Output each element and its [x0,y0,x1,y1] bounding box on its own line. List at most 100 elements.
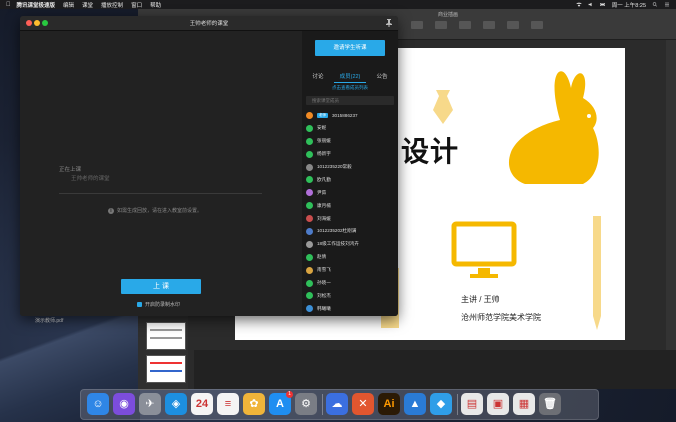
volume-icon[interactable] [588,2,594,7]
trash-icon[interactable]: 🗑 [539,393,561,415]
finder-icon[interactable]: ☺ [87,393,109,415]
menu-edit[interactable]: 编辑 [63,1,74,9]
pen-nib-illustration [433,90,453,124]
member-list-item[interactable]: 18级工作运技刘鸿卉 [306,238,396,251]
xmind-icon[interactable]: ✕ [352,393,374,415]
dock-glyph: ≡ [224,398,232,410]
dock-glyph: 24 [195,398,209,410]
member-list-item[interactable]: 南雪飞 [306,264,396,277]
calendar-icon[interactable]: 24 [191,393,213,415]
member-list-item[interactable]: 欧凡勤 [306,173,396,186]
member-list-item[interactable]: 老师 3015886237 [306,109,396,122]
slide-navigator [138,310,188,390]
member-list-item[interactable]: 赵倩 [306,251,396,264]
desktop-file-label[interactable]: 演示教师.pdf [35,317,63,324]
member-name: 刘松杰 [317,292,331,298]
avatar [306,124,313,132]
table-tool-icon[interactable] [411,21,423,29]
pencil-illustration [593,216,601,330]
dock-glyph: ✿ [249,398,259,410]
menu-playback[interactable]: 播放控制 [101,1,123,9]
invite-students-button[interactable]: 邀请学生听课 [315,40,385,56]
classroom-titlebar: 王帅老师的课堂 [20,16,398,31]
member-list-item[interactable]: 刘松杰 [306,289,396,302]
text-tool-icon[interactable] [459,21,471,29]
comment-tool-icon[interactable] [531,21,543,29]
preview-icon[interactable]: ▣ [487,393,509,415]
keynote-icon[interactable]: ▲ [404,393,426,415]
classroom-title: 王帅老师的课堂 [189,21,229,27]
screenshot-icon[interactable]: ▦ [513,393,535,415]
spotlight-icon[interactable] [652,2,658,7]
member-name: 1012235202杜刚满 [317,228,357,234]
member-list-item[interactable]: 杨新宇 [306,148,396,161]
dock-glyph: 🗑 [543,398,557,410]
classroom-window: 王帅老师的课堂 正在上课 王帅老师的课堂 i 如需生成回放，请在进入教室前设置。… [20,16,398,316]
view-member-list-link[interactable]: 点击查看成员列表 [302,84,398,92]
member-list-item[interactable]: 尹茹 [306,186,396,199]
avatar [306,150,313,158]
avatar [306,202,313,210]
member-name: 康月楠 [317,202,331,208]
member-list-item[interactable]: 安妮 [306,122,396,135]
siri-icon[interactable]: ◉ [113,393,135,415]
notification-center-icon[interactable] [664,2,670,7]
tencent-classroom-icon[interactable]: ◆ [430,393,452,415]
baidu-netdisk-icon[interactable]: ☁ [326,393,348,415]
app-store-icon[interactable]: A1 [269,391,293,415]
wifi-icon[interactable] [576,2,582,7]
launchpad-icon[interactable]: ✈ [139,393,161,415]
slide-lecturer: 主讲 / 王帅 [461,295,500,304]
media-tool-icon[interactable] [507,21,519,29]
menu-help[interactable]: 帮助 [150,1,161,9]
safari-icon[interactable]: ◈ [165,393,187,415]
tab-announcement[interactable]: 公告 [366,71,398,83]
chart-tool-icon[interactable] [435,21,447,29]
dock-glyph: ▲ [409,398,421,410]
watermark-label: 开启防录制水印 [145,302,181,308]
menubar-clock[interactable]: 周一 上午8:25 [612,1,646,9]
avatar [306,215,313,223]
avatar [306,305,313,313]
member-list-item[interactable]: 1012235202杜刚满 [306,225,396,238]
watermark-option[interactable]: 开启防录制水印 [137,301,180,308]
pin-icon[interactable] [386,19,392,27]
watermark-checkbox[interactable] [137,302,142,307]
avatar [306,111,313,119]
member-list-item[interactable]: 康月楠 [306,199,396,212]
photos-icon[interactable]: ✿ [243,393,265,415]
menu-app-name[interactable]: 腾讯课堂极速版 [17,1,56,9]
member-search-input[interactable]: 搜索课堂成员 [306,96,394,105]
member-list-item[interactable]: 刘海媛 [306,212,396,225]
divider [59,193,262,194]
avatar [306,292,313,300]
start-class-button[interactable]: 上 课 [121,279,201,294]
member-list-item[interactable]: 1012235220常毅 [306,161,396,174]
dock-glyph: ◆ [436,398,446,410]
member-list-item[interactable]: 韩曦曦 [306,302,396,315]
panel-tabs: 讨论 成员(22) 公告 [302,71,398,83]
system-preferences-icon[interactable]: ⚙ [295,393,317,415]
menu-window[interactable]: 窗口 [131,1,142,9]
battery-icon[interactable] [599,2,606,7]
class-name-text: 王帅老师的课堂 [71,176,110,182]
notification-badge: 1 [286,391,293,398]
dock: ☺ ◉ ✈ ◈ 24 ≡ ✿ A 1 ⚙ ☁ ✕ Ai ▲ ◆ ▤ ▣ ▦ 🗑 [80,389,599,420]
shape-tool-icon[interactable] [483,21,495,29]
slide-thumbnail[interactable] [146,355,186,383]
slide-college: 沧州师范学院美术学院 [461,313,541,322]
member-name: 3015886237 [332,112,358,118]
reminders-icon[interactable]: ≡ [217,393,239,415]
tab-members[interactable]: 成员(22) [334,71,366,83]
illustrator-icon[interactable]: Ai [378,393,400,415]
apple-icon[interactable]:  [6,2,11,8]
tab-discussion[interactable]: 讨论 [302,71,334,83]
member-name: 孙晓一 [317,280,331,286]
member-list-item[interactable]: 张丽媛 [306,135,396,148]
document-icon[interactable]: ▤ [461,393,483,415]
member-name: 张丽媛 [317,138,331,144]
avatar [306,253,313,261]
slide-thumbnail[interactable] [146,322,186,350]
menu-classroom[interactable]: 课堂 [82,1,93,9]
member-list-item[interactable]: 孙晓一 [306,277,396,290]
